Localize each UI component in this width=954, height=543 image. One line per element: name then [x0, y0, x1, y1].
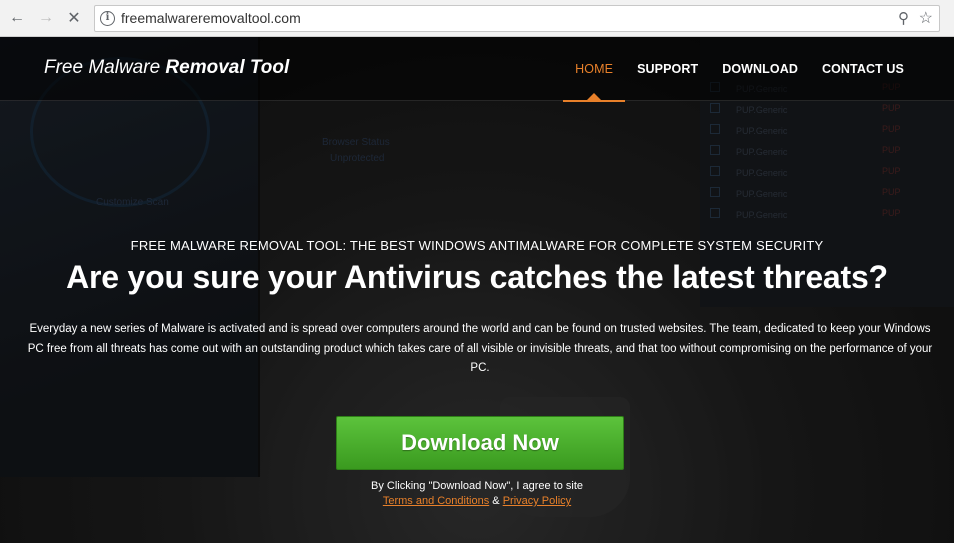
address-bar[interactable]: i freemalwareremovaltool.com ⚲ ☆	[94, 5, 940, 32]
terms-link[interactable]: Terms and Conditions	[383, 495, 489, 507]
bookmark-star-icon[interactable]: ☆	[919, 8, 933, 28]
back-arrow-icon[interactable]: ←	[7, 8, 27, 28]
ampersand: &	[492, 495, 500, 507]
url-text[interactable]: freemalwareremovaltool.com	[121, 10, 301, 26]
site-info-icon[interactable]: i	[100, 11, 115, 26]
nav-support[interactable]: SUPPORT	[625, 37, 710, 101]
main-nav: HOME SUPPORT DOWNLOAD CONTACT US	[563, 37, 916, 102]
hero-subtitle: FREE MALWARE REMOVAL TOOL: THE BEST WIND…	[130, 238, 824, 253]
hero-description: Everyday a new series of Malware is acti…	[27, 323, 933, 374]
privacy-link[interactable]: Privacy Policy	[503, 495, 571, 507]
browser-toolbar: ← → ✕ i freemalwareremovaltool.com ⚲ ☆	[0, 0, 954, 37]
site-header: Free Malware Removal Tool HOME SUPPORT D…	[0, 37, 954, 102]
zoom-icon[interactable]: ⚲	[898, 9, 909, 27]
site-logo[interactable]: Free Malware Removal Tool	[44, 57, 289, 79]
nav-contact-us[interactable]: CONTACT US	[810, 37, 916, 101]
nav-download[interactable]: DOWNLOAD	[710, 37, 810, 101]
stop-loading-icon[interactable]: ✕	[64, 8, 84, 28]
agreement-prefix: By Clicking "Download Now", I agree to s…	[370, 480, 583, 492]
hero-headline: Are you sure your Antivirus catches the …	[66, 259, 888, 295]
web-page: PUP.Generic PUP PUP.Generic PUP PUP.Generi…	[0, 37, 954, 543]
nav-home[interactable]: HOME	[563, 37, 625, 102]
forward-arrow-icon[interactable]: →	[36, 8, 56, 28]
agreement-text: By Clicking "Download Now", I agree to s…	[0, 479, 954, 509]
download-now-button[interactable]: Download Now	[336, 416, 624, 470]
